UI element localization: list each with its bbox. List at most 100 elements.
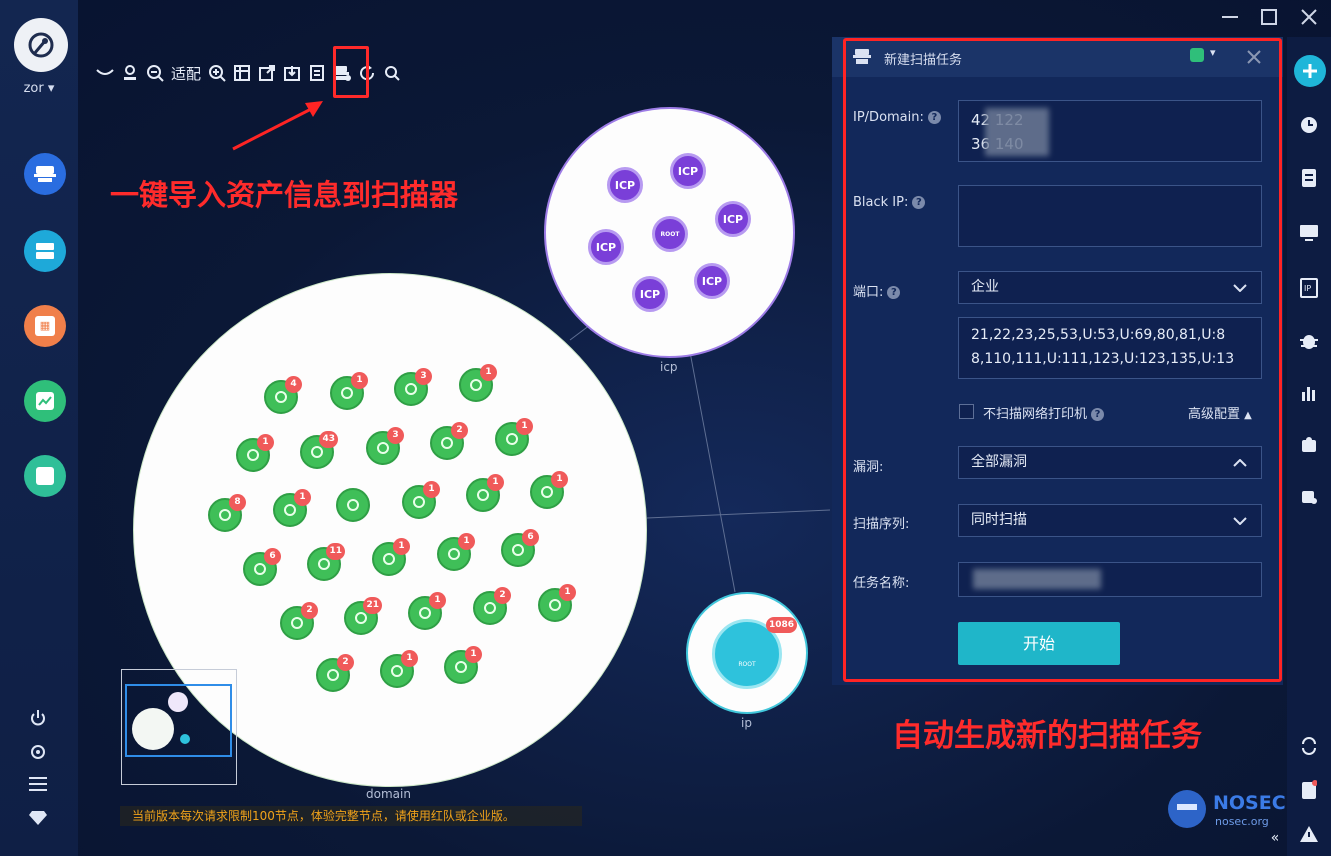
node-count-badge: 2 xyxy=(451,422,468,439)
icp-node[interactable]: ICP xyxy=(588,229,624,265)
target-icon xyxy=(275,391,287,403)
target-icon xyxy=(448,548,460,560)
svg-text:IP: IP xyxy=(1304,284,1311,293)
monitor-icon[interactable] xyxy=(1296,220,1322,246)
version-notice: 当前版本每次请求限制100节点，体验完整节点，请使用红队或企业版。 xyxy=(120,806,582,826)
domain-node[interactable]: 3 xyxy=(394,368,432,406)
target-icon xyxy=(477,489,489,501)
node-count-badge: 43 xyxy=(319,431,338,448)
icp-root-node[interactable]: ROOT xyxy=(652,216,688,252)
history-clock-icon[interactable] xyxy=(1296,112,1322,138)
domain-root-node[interactable] xyxy=(336,488,370,522)
plugin-settings-icon[interactable] xyxy=(1296,483,1322,509)
target-icon xyxy=(327,669,339,681)
node-count-badge: 1 xyxy=(559,584,576,601)
target-icon xyxy=(441,437,453,449)
target-icon xyxy=(254,563,266,575)
node-count-badge: 11 xyxy=(326,543,345,560)
domain-node[interactable]: 1 xyxy=(402,481,440,519)
nosec-brand: NOSEC nosec.org xyxy=(1167,786,1286,832)
minimap-domain xyxy=(132,708,174,750)
domain-node[interactable]: 43 xyxy=(300,431,338,469)
target-icon xyxy=(311,446,323,458)
node-count-badge: 1 xyxy=(465,646,482,663)
node-count-badge: 1 xyxy=(480,364,497,381)
domain-node[interactable]: 21 xyxy=(344,597,382,635)
target-icon xyxy=(549,599,561,611)
target-icon xyxy=(247,449,259,461)
domain-node[interactable]: 3 xyxy=(366,427,404,465)
domain-node[interactable]: 2 xyxy=(316,654,354,692)
domain-node[interactable]: 4 xyxy=(264,376,302,414)
brand-site: nosec.org xyxy=(1215,815,1269,828)
domain-label: domain xyxy=(366,787,411,801)
node-count-badge: 8 xyxy=(229,494,246,511)
domain-node[interactable]: 2 xyxy=(280,602,318,640)
brand-name: NOSEC xyxy=(1213,792,1286,814)
node-count-badge: 1 xyxy=(516,418,533,435)
domain-node[interactable]: 1 xyxy=(236,434,274,472)
node-count-badge: 1 xyxy=(458,533,475,550)
node-count-badge: 1 xyxy=(551,471,568,488)
domain-node[interactable]: 1 xyxy=(538,584,576,622)
add-task-button[interactable] xyxy=(1294,55,1326,87)
node-count-badge: 3 xyxy=(415,368,432,385)
nosec-logo-icon xyxy=(1168,790,1206,828)
warning-icon[interactable] xyxy=(1296,821,1322,847)
minimap[interactable] xyxy=(121,669,237,785)
icp-node[interactable]: ICP xyxy=(607,167,643,203)
target-icon xyxy=(413,496,425,508)
node-count-badge: 1 xyxy=(429,592,446,609)
bar-chart-icon[interactable] xyxy=(1296,380,1322,406)
domain-node[interactable]: 1 xyxy=(530,471,568,509)
domain-node[interactable]: 6 xyxy=(243,548,281,586)
sync-icon[interactable] xyxy=(1296,733,1322,759)
domain-node[interactable]: 1 xyxy=(495,418,533,456)
icp-node[interactable]: ICP xyxy=(694,263,730,299)
minimap-ip xyxy=(180,734,190,744)
domain-node[interactable]: 8 xyxy=(208,494,246,532)
domain-node[interactable]: 6 xyxy=(501,529,539,567)
node-count-badge: 2 xyxy=(494,587,511,604)
plugin-icon[interactable] xyxy=(1296,432,1322,458)
domain-node[interactable]: 2 xyxy=(473,587,511,625)
target-icon xyxy=(484,602,496,614)
plus-icon xyxy=(1303,64,1317,78)
node-count-badge: 1 xyxy=(393,538,410,555)
node-count-badge: 21 xyxy=(363,597,382,614)
node-count-badge: 2 xyxy=(337,654,354,671)
domain-node[interactable]: 1 xyxy=(380,650,418,688)
node-count-badge: 1 xyxy=(423,481,440,498)
domain-node[interactable]: 1 xyxy=(372,538,410,576)
icp-node[interactable]: ICP xyxy=(632,276,668,312)
domain-node[interactable]: 1 xyxy=(408,592,446,630)
icp-node[interactable]: ICP xyxy=(715,201,751,237)
target-icon xyxy=(470,379,482,391)
domain-node[interactable]: 1 xyxy=(444,646,482,684)
notes-icon[interactable] xyxy=(1296,777,1322,803)
node-count-badge: 4 xyxy=(285,376,302,393)
domain-node[interactable]: 11 xyxy=(307,543,345,581)
icp-node[interactable]: ICP xyxy=(670,153,706,189)
bug-icon[interactable] xyxy=(1296,328,1322,354)
target-icon xyxy=(284,504,296,516)
domain-node[interactable]: 1 xyxy=(459,364,497,402)
node-count-badge: 6 xyxy=(522,529,539,546)
ip-icon[interactable]: IP xyxy=(1296,275,1322,301)
panel-highlight-outline xyxy=(843,38,1282,682)
target-icon xyxy=(419,607,431,619)
node-count-badge: 1 xyxy=(294,489,311,506)
report-icon[interactable] xyxy=(1296,165,1322,191)
domain-node[interactable]: 2 xyxy=(430,422,468,460)
domain-node[interactable]: 1 xyxy=(330,372,368,410)
target-icon xyxy=(512,544,524,556)
target-icon xyxy=(318,558,330,570)
ip-count-badge: 1086 xyxy=(766,617,798,633)
domain-node[interactable]: 1 xyxy=(466,474,504,512)
node-count-badge: 1 xyxy=(401,650,418,667)
domain-node[interactable]: 1 xyxy=(437,533,475,571)
target-icon xyxy=(455,661,467,673)
target-icon xyxy=(355,612,367,624)
target-icon xyxy=(405,383,417,395)
domain-node[interactable]: 1 xyxy=(273,489,311,527)
